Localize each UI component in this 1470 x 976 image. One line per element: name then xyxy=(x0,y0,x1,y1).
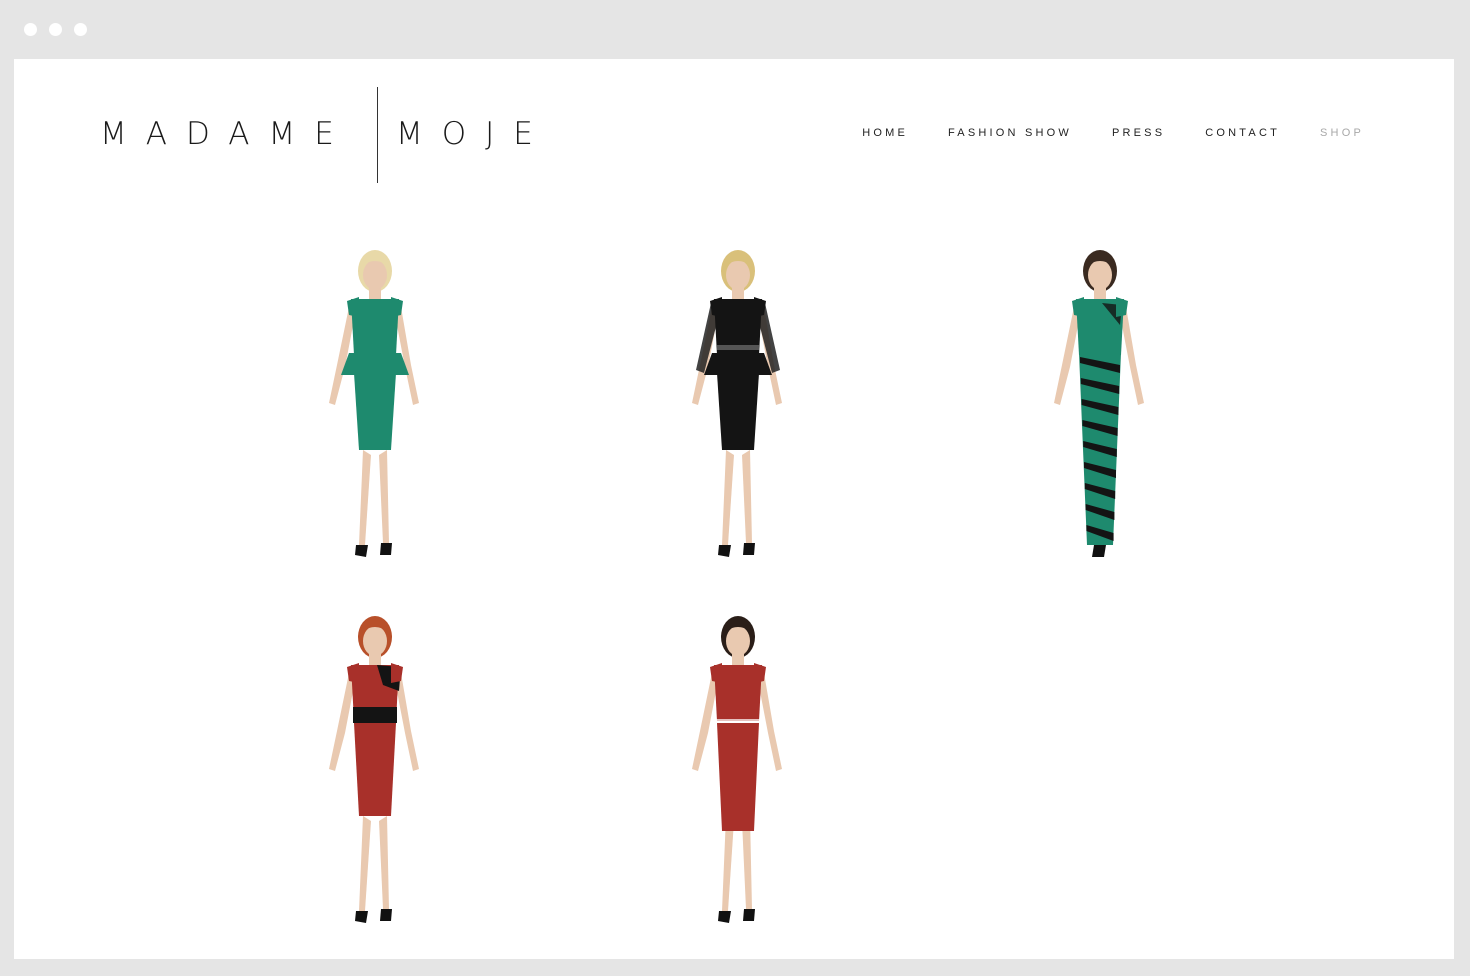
nav-fashion-show[interactable]: FASHION SHOW xyxy=(948,127,1072,139)
nav-press[interactable]: PRESS xyxy=(1112,127,1165,139)
window-controls xyxy=(24,23,87,36)
logo-word-madame: MADAME xyxy=(100,116,353,152)
main-navigation: HOME FASHION SHOW PRESS CONTACT SHOP xyxy=(862,127,1364,139)
window-dot-minimize[interactable] xyxy=(49,23,62,36)
nav-home[interactable]: HOME xyxy=(862,127,908,139)
page-viewport: MADAME MOJE HOME FASHION SHOW PRESS CONT… xyxy=(14,59,1454,959)
logo-divider xyxy=(377,87,378,183)
window-dot-maximize[interactable] xyxy=(74,23,87,36)
logo-word-moje: MOJE xyxy=(396,116,552,152)
runway-photo-5 xyxy=(692,616,782,923)
nav-shop[interactable]: SHOP xyxy=(1320,127,1364,139)
site-logo[interactable]: MADAME MOJE xyxy=(100,87,560,183)
runway-photo-1 xyxy=(329,250,419,557)
gallery-item-4[interactable] xyxy=(255,611,495,941)
gallery-item-1[interactable] xyxy=(255,245,495,575)
gallery-item-5[interactable] xyxy=(618,611,858,941)
gallery-item-3[interactable] xyxy=(980,245,1220,575)
runway-photo-3 xyxy=(1054,250,1144,557)
runway-photo-2 xyxy=(692,250,782,557)
nav-contact[interactable]: CONTACT xyxy=(1205,127,1280,139)
runway-photo-4 xyxy=(329,616,419,923)
window-dot-close[interactable] xyxy=(24,23,37,36)
gallery-item-2[interactable] xyxy=(618,245,858,575)
